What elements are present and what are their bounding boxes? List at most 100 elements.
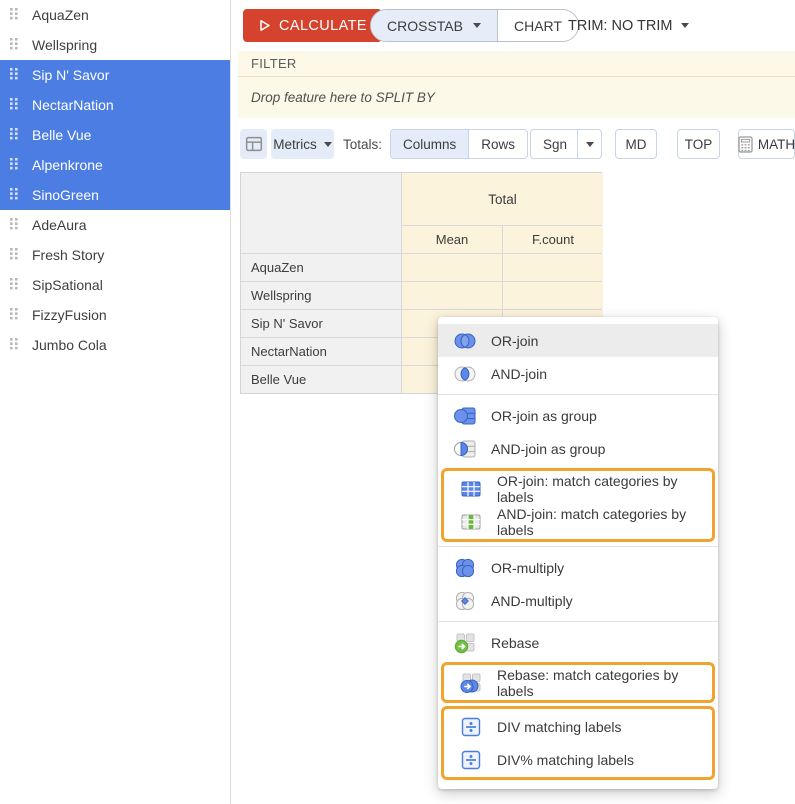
menu-item-and-join-match-labels[interactable]: AND-join: match categories by labels [444,505,712,538]
metrics-dropdown[interactable]: Metrics [271,129,334,159]
drag-handle-icon[interactable] [9,97,19,113]
sidebar-item-sip-n-savor[interactable]: Sip N' Savor [0,60,230,90]
filter-dropzone[interactable]: FILTER [238,51,795,77]
sidebar-item-alpenkrone[interactable]: Alpenkrone [0,150,230,180]
md-button[interactable]: MD [615,129,657,159]
drag-handle-icon[interactable] [9,7,19,23]
menu-item-or-join-match-labels[interactable]: OR-join: match categories by labels [444,472,712,505]
sidebar-item-sipsational[interactable]: SipSational [0,270,230,300]
divide-icon [459,748,483,772]
menu-item-and-multiply[interactable]: AND-multiply [438,584,718,617]
drag-handle-icon[interactable] [9,217,19,233]
layout-button[interactable] [240,129,267,159]
row-header[interactable]: Wellspring [241,282,401,309]
drag-handle-icon[interactable] [9,157,19,173]
sidebar-item-label: Sip N' Savor [32,67,109,83]
sidebar-item-label: AdeAura [32,217,86,233]
totals-toggle-group: Columns Rows [390,129,528,159]
menu-item-rebase[interactable]: Rebase [438,626,718,659]
row-header[interactable]: AquaZen [241,254,401,281]
menu-item-or-join[interactable]: OR-join [438,324,718,357]
sidebar-item-wellspring[interactable]: Wellspring [0,30,230,60]
menu-item-or-join-as-group[interactable]: OR-join as group [438,399,718,432]
play-icon [258,19,271,32]
venn-or-icon [453,329,477,353]
sidebar-item-nectarnation[interactable]: NectarNation [0,90,230,120]
drag-handle-icon[interactable] [9,187,19,203]
math-button[interactable]: MATH [738,129,795,159]
drag-handle-icon[interactable] [9,307,19,323]
chevron-down-icon [473,23,481,28]
sidebar-item-jumbo-cola[interactable]: Jumbo Cola [0,330,230,360]
view-toggle: CROSSTAB CHART [370,9,579,42]
splitby-dropzone[interactable]: Drop feature here to SPLIT BY [238,77,795,118]
table-green-icon [459,510,483,534]
sidebar-item-label: AquaZen [32,7,89,23]
feature-sidebar: AquaZen Wellspring Sip N' Savor NectarNa… [0,0,231,804]
totals-rows-toggle[interactable]: Rows [468,130,527,158]
table-cell[interactable] [503,254,603,281]
row-header[interactable]: NectarNation [241,338,401,365]
rebase-green-icon [453,631,477,655]
venn-group-and-icon [453,437,477,461]
sidebar-item-label: NectarNation [32,97,114,113]
sgn-split-button[interactable]: Sgn [530,129,602,159]
main-panel: CALCULATE CROSSTAB CHART TRIM: NO TRIM F… [238,0,795,804]
divide-icon [459,715,483,739]
sidebar-item-label: Belle Vue [32,127,91,143]
menu-item-rebase-match-labels[interactable]: Rebase: match categories by labels [444,666,712,699]
chevron-down-icon [586,142,594,147]
sidebar-item-adeaura[interactable]: AdeAura [0,210,230,240]
calculate-button[interactable]: CALCULATE [243,9,382,42]
join-context-menu: OR-join AND-join OR-join as group AND-jo… [438,317,718,789]
highlight-box-rebase-match: Rebase: match categories by labels [441,662,715,703]
trim-dropdown[interactable]: TRIM: NO TRIM [568,9,689,42]
menu-item-div-percent-matching-labels[interactable]: DIV% matching labels [444,743,712,776]
menu-item-div-matching-labels[interactable]: DIV matching labels [444,710,712,743]
column-header-fcount[interactable]: F.count [503,226,603,253]
menu-item-and-join[interactable]: AND-join [438,357,718,390]
sidebar-item-label: Fresh Story [32,247,104,263]
chevron-down-icon [324,142,332,147]
tab-chart[interactable]: CHART [497,10,578,41]
menu-divider [438,621,718,622]
calculator-icon [738,136,753,153]
sidebar-item-belle-vue[interactable]: Belle Vue [0,120,230,150]
drag-handle-icon[interactable] [9,127,19,143]
tab-crosstab[interactable]: CROSSTAB [371,10,497,41]
menu-divider [438,394,718,395]
total-header-cell[interactable]: Total [402,173,603,225]
column-header-mean[interactable]: Mean [402,226,502,253]
drag-handle-icon[interactable] [9,247,19,263]
drag-handle-icon[interactable] [9,37,19,53]
top-button[interactable]: TOP [677,129,720,159]
sidebar-item-label: SipSational [32,277,103,293]
clover-or-icon [453,556,477,580]
row-header[interactable]: Belle Vue [241,366,401,393]
sidebar-item-aquazen[interactable]: AquaZen [0,0,230,30]
menu-item-or-multiply[interactable]: OR-multiply [438,551,718,584]
sidebar-item-label: Wellspring [32,37,97,53]
totals-columns-toggle[interactable]: Columns [391,130,468,158]
filter-split-band: FILTER Drop feature here to SPLIT BY [238,51,795,118]
rebase-blue-icon [459,671,483,695]
menu-item-and-join-as-group[interactable]: AND-join as group [438,432,718,465]
highlight-box-join-match: OR-join: match categories by labels AND-… [441,468,715,542]
venn-and-icon [453,362,477,386]
drag-handle-icon[interactable] [9,67,19,83]
venn-group-or-icon [453,404,477,428]
clover-and-icon [453,589,477,613]
table-cell[interactable] [402,282,502,309]
table-cell[interactable] [503,282,603,309]
table-corner-cell [241,173,401,253]
drag-handle-icon[interactable] [9,337,19,353]
drag-handle-icon[interactable] [9,277,19,293]
sidebar-item-label: Jumbo Cola [32,337,107,353]
table-cell[interactable] [402,254,502,281]
sidebar-item-sinogreen[interactable]: SinoGreen [0,180,230,210]
sgn-dropdown-arrow[interactable] [577,130,601,158]
sidebar-item-fizzyfusion[interactable]: FizzyFusion [0,300,230,330]
sidebar-item-fresh-story[interactable]: Fresh Story [0,240,230,270]
row-header[interactable]: Sip N' Savor [241,310,401,337]
table-toolbar: Metrics Totals: Columns Rows Sgn MD TOP … [238,129,795,160]
